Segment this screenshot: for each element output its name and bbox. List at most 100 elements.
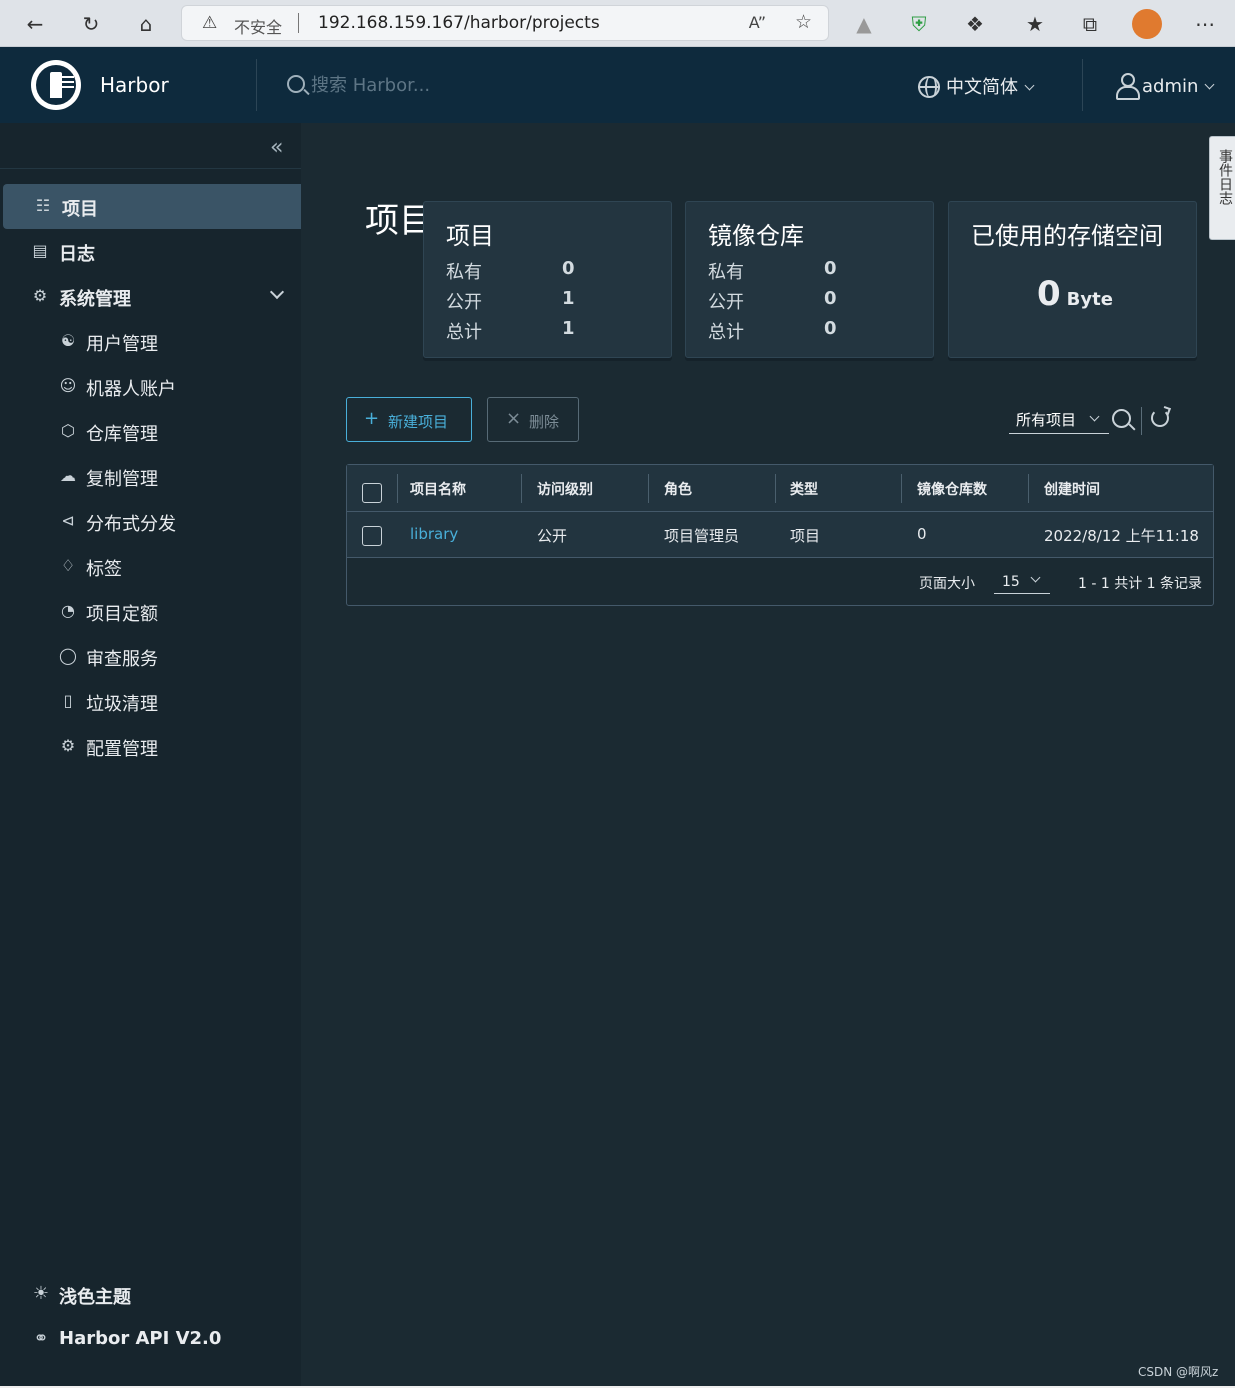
add-favorite-icon[interactable]: ☆ [795,11,812,33]
sidebar-item-users[interactable]: ☯ 用户管理 [0,319,301,364]
header-divider [1082,59,1083,111]
chevron-down-icon [1024,80,1035,91]
search-icon[interactable] [1112,409,1131,428]
sidebar-item-distribution[interactable]: ⊲ 分布式分发 [0,499,301,544]
new-project-button[interactable]: + 新建项目 [346,397,472,442]
sidebar-item-label: 标签 [86,559,122,580]
stat-public: 公开 0 [708,288,837,313]
card-title: 镜像仓库 [708,222,804,250]
extension-icon[interactable]: ▲ [849,9,879,39]
column-header-repo-count[interactable]: 镜像仓库数 [917,479,987,499]
user-menu[interactable]: admin [1116,73,1215,100]
refresh-icon[interactable] [1151,409,1169,427]
shield-extension-icon[interactable]: ⛨ [904,9,934,39]
table-footer: 页面大小 15 1 - 1 共计 1 条记录 [347,558,1213,605]
sun-icon: ☀ [32,1283,50,1304]
quota-icon: ◔ [61,601,75,620]
language-label: 中文简体 [946,77,1018,98]
brand-name[interactable]: Harbor [100,73,169,97]
sidebar-item-labels[interactable]: ♢ 标签 [0,544,301,589]
admin-icon: ⚙ [32,286,48,305]
sidebar-item-quotas[interactable]: ◔ 项目定额 [0,589,301,634]
puzzle-icon[interactable]: ❖ [960,9,990,39]
browser-toolbar: ← ↻ ⌂ ⚠ 不安全 192.168.159.167/harbor/proje… [0,0,1235,47]
column-header-name[interactable]: 项目名称 [410,479,466,499]
sidebar-divider [0,168,301,169]
tag-icon: ♢ [60,556,76,575]
column-header-role[interactable]: 角色 [664,479,692,499]
search-input[interactable] [311,73,611,97]
home-icon[interactable]: ⌂ [131,9,161,39]
sidebar-item-label: 项目定额 [86,604,158,625]
sidebar-item-replication[interactable]: ☁ 复制管理 [0,454,301,499]
sidebar-item-scanners[interactable]: ◯ 审查服务 [0,634,301,679]
sidebar: « ☷ 项目 ▤ 日志 ⚙ 系统管理 ☯ 用户管理 ☺ 机器人账户 ⬡ 仓库管理… [0,123,301,1388]
theme-toggle[interactable]: ☀ 浅色主题 [0,1275,301,1315]
table-row[interactable]: library 公开 项目管理员 项目 0 2022/8/12 上午11:18 [347,512,1213,558]
column-header-created[interactable]: 创建时间 [1044,479,1100,499]
sidebar-item-label: 垃圾清理 [86,694,158,715]
distribution-icon: ⊲ [61,511,75,530]
logs-icon: ▤ [32,241,48,260]
delete-button[interactable]: × 删除 [487,397,579,442]
sidebar-item-projects[interactable]: ☷ 项目 [3,184,301,229]
profile-avatar[interactable] [1132,9,1162,39]
storage-summary-card: 已使用的存储空间 0 Byte [948,201,1197,358]
sidebar-item-label: 系统管理 [59,289,131,310]
sidebar-item-label: 仓库管理 [86,424,158,445]
url-text[interactable]: 192.168.159.167/harbor/projects [318,13,600,33]
page-size-select[interactable]: 15 [994,568,1050,594]
sidebar-item-label: 机器人账户 [86,379,176,400]
chevron-down-icon [1030,572,1041,583]
robot-icon: ☺ [59,376,77,395]
table-header: 项目名称 访问级别 角色 类型 镜像仓库数 创建时间 [347,465,1213,512]
collapse-sidebar-icon[interactable]: « [270,135,283,160]
sidebar-item-logs[interactable]: ▤ 日志 [0,229,301,274]
warning-icon[interactable]: ⚠ [202,13,217,33]
reload-icon[interactable]: ↻ [76,9,106,39]
theme-label: 浅色主题 [59,1287,131,1308]
toolbar-divider [1141,407,1142,435]
column-header-type[interactable]: 类型 [790,479,818,499]
insecure-label[interactable]: 不安全 [234,14,282,38]
api-icon: ⚭ [33,1328,49,1349]
cell-created: 2022/8/12 上午11:18 [1044,527,1199,545]
harbor-logo[interactable] [31,60,81,110]
address-divider [298,13,299,33]
sidebar-item-label: 分布式分发 [86,514,176,535]
project-name-link[interactable]: library [410,525,458,543]
plus-icon: + [364,408,380,429]
event-log-tab[interactable]: 事件日志 [1209,136,1235,240]
pagination-range: 1 - 1 共计 1 条记录 [1078,576,1203,592]
sidebar-item-gc[interactable]: ▯ 垃圾清理 [0,679,301,724]
row-checkbox[interactable] [362,526,382,546]
api-link[interactable]: ⚭ Harbor API V2.0 [0,1320,301,1360]
sidebar-item-registries[interactable]: ⬡ 仓库管理 [0,409,301,454]
page-size-label: 页面大小 [919,576,975,592]
sidebar-item-label: 审查服务 [86,649,158,670]
address-bar[interactable]: ⚠ 不安全 192.168.159.167/harbor/projects A”… [181,5,829,41]
project-filter-select[interactable]: 所有项目 [1009,407,1109,434]
stat-total: 总计 1 [446,318,575,343]
watermark: CSDN @啊风z [1138,1365,1219,1379]
chevron-down-icon [1089,411,1100,422]
user-icon [1116,73,1140,100]
column-header-access[interactable]: 访问级别 [537,479,593,499]
registry-icon: ⬡ [61,421,75,440]
back-icon[interactable]: ← [20,9,50,39]
more-icon[interactable]: ⋯ [1190,9,1220,39]
sidebar-item-config[interactable]: ⚙ 配置管理 [0,724,301,769]
read-aloud-icon[interactable]: A” [749,13,766,32]
favorites-icon[interactable]: ★ [1020,9,1050,39]
sidebar-item-robots[interactable]: ☺ 机器人账户 [0,364,301,409]
globe-icon [918,76,940,98]
collections-icon[interactable]: ⧉ [1075,9,1105,39]
config-icon: ⚙ [60,736,76,755]
app-header: Harbor 中文简体 admin [0,47,1235,123]
select-all-checkbox[interactable] [362,483,382,503]
card-title: 项目 [446,222,494,250]
language-selector[interactable]: 中文简体 [918,73,1035,99]
cell-role: 项目管理员 [664,527,740,545]
sidebar-item-admin[interactable]: ⚙ 系统管理 [0,274,301,319]
sidebar-item-label: 配置管理 [86,739,158,760]
